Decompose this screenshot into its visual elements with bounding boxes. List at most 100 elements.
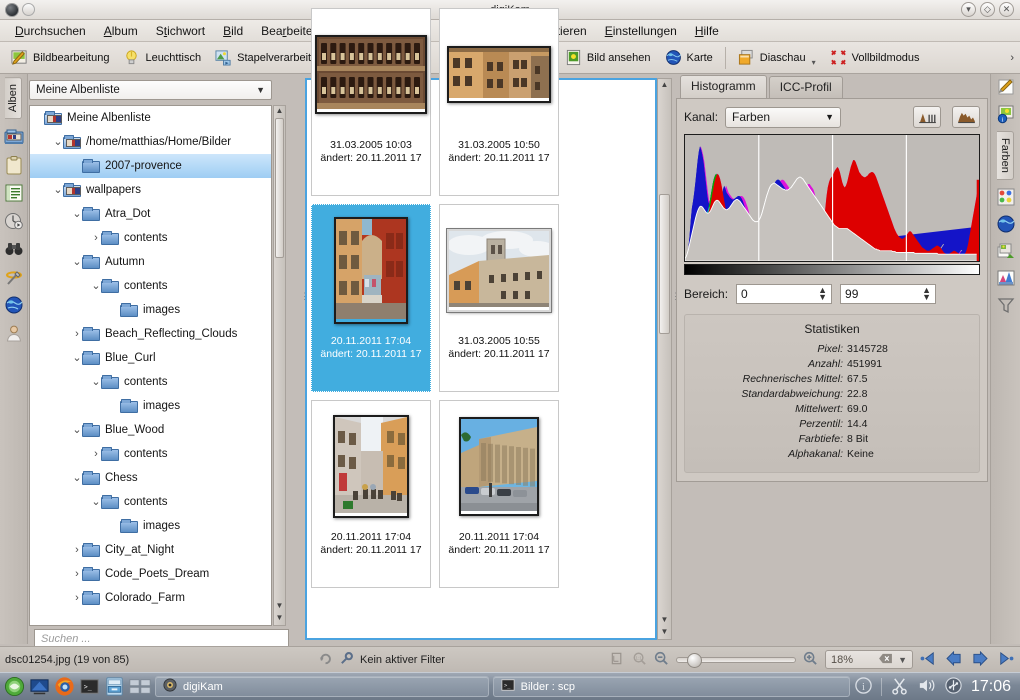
zoom-level-combo[interactable]: 18% ▼	[825, 650, 913, 669]
file-manager-icon[interactable]	[104, 676, 125, 698]
close-window-button[interactable]: ✕	[999, 2, 1014, 17]
info-icon[interactable]: i	[854, 676, 873, 698]
versions-icon[interactable]	[996, 241, 1016, 261]
logarithmic-scale-icon[interactable]	[952, 106, 980, 128]
wrench-icon[interactable]	[339, 651, 354, 669]
taskbar-item-digikam[interactable]: digiKam	[155, 676, 489, 697]
album-list-combo[interactable]: Meine Albenliste ▼	[29, 80, 272, 100]
album-tree-item[interactable]: ⌄ wallpapers	[30, 178, 271, 202]
timeline-icon[interactable]	[4, 211, 24, 231]
album-tree-item[interactable]: › contents	[30, 442, 271, 466]
chevron-down-icon[interactable]: ⌄	[72, 209, 82, 220]
filters-icon[interactable]	[996, 268, 1016, 288]
album-tree-item[interactable]: ⌄ Autumn	[30, 250, 271, 274]
toolbar-button-diaschau[interactable]: Diaschau ▾	[731, 45, 823, 71]
thumbnail-scroll-thumb[interactable]	[659, 194, 670, 334]
clipboard-icon[interactable]	[4, 155, 24, 175]
menu-bild[interactable]: Bild	[214, 21, 252, 41]
album-tree-item[interactable]: Meine Albenliste	[30, 106, 271, 130]
album-tree-item[interactable]: › Code_Poets_Dream	[30, 562, 271, 586]
scissors-icon[interactable]	[890, 676, 909, 698]
pager-icon[interactable]	[129, 676, 151, 698]
spinner-arrows-icon[interactable]: ▲ ▼	[818, 286, 827, 302]
menu-stichwort[interactable]: Stichwort	[147, 21, 214, 41]
toolbar-button-bildbearbeitung[interactable]: Bildbearbeitung	[4, 45, 116, 71]
funnel-icon[interactable]	[996, 295, 1016, 315]
album-tree[interactable]: Meine Albenliste ⌄ /home/matthias/Home/Bil…	[29, 105, 272, 626]
thumbnail-view[interactable]: 31.03.2005 10:03 ändert: 20.11.2011 17 31.…	[305, 8, 657, 640]
thumbnail-item[interactable]: 31.03.2005 10:55 ändert: 20.11.2011 17	[439, 204, 559, 392]
taskbar-item-bilder-scp[interactable]: >_ Bilder : scp	[492, 676, 850, 697]
album-tree-item[interactable]: ⌄ contents	[30, 274, 271, 298]
zoom-slider-thumb[interactable]	[687, 652, 702, 668]
toolbar-button-vollbildmodus[interactable]: Vollbildmodus	[823, 45, 927, 71]
chevron-down-icon[interactable]: ⌄	[72, 425, 82, 436]
linear-scale-icon[interactable]	[913, 106, 941, 128]
chevron-right-icon[interactable]: ›	[72, 544, 82, 556]
chevron-right-icon[interactable]: ›	[72, 328, 82, 340]
album-tree-item[interactable]: › Beach_Reflecting_Clouds	[30, 322, 271, 346]
previous-image-icon[interactable]	[945, 650, 964, 669]
start-menu-icon[interactable]	[4, 676, 25, 698]
people-icon[interactable]	[4, 323, 24, 343]
next-image-icon[interactable]	[970, 650, 989, 669]
album-tree-item[interactable]: › Colorado_Farm	[30, 586, 271, 610]
album-tree-item[interactable]: ⌄ contents	[30, 370, 271, 394]
chevron-right-icon[interactable]: ›	[72, 592, 82, 604]
zoom-out-icon[interactable]	[654, 651, 669, 669]
album-tree-item[interactable]: › contents	[30, 226, 271, 250]
chevron-down-icon[interactable]: ▼	[898, 655, 907, 665]
toolbar-overflow-button[interactable]: ›	[1010, 52, 1020, 64]
albums-icon[interactable]	[4, 127, 24, 147]
chevron-down-icon[interactable]: ⌄	[72, 353, 82, 364]
last-image-icon[interactable]	[995, 651, 1014, 669]
search-binoculars-icon[interactable]	[4, 239, 24, 259]
album-tree-scrollbar[interactable]: ▲ ▼ ▼	[273, 105, 286, 626]
firefox-icon[interactable]	[54, 676, 75, 698]
chevron-down-icon[interactable]: ⌄	[53, 137, 63, 148]
thumb-scroll-up-icon[interactable]: ▲	[658, 80, 671, 91]
menu-album[interactable]: Album	[95, 21, 147, 41]
chevron-right-icon[interactable]: ›	[91, 232, 101, 244]
thumbnail-scrollbar[interactable]: ▲ ▼ ▼	[657, 78, 672, 640]
range-max-spinbox[interactable]: 99 ▲ ▼	[840, 284, 937, 304]
sidebar-tab-farben[interactable]: Farben	[997, 131, 1014, 180]
album-tree-item[interactable]: › City_at_Night	[30, 538, 271, 562]
chevron-right-icon[interactable]: ›	[91, 448, 101, 460]
thumb-scroll-down-icon-2[interactable]: ▼	[658, 627, 671, 638]
toolbar-button-karte[interactable]: Karte	[658, 45, 720, 71]
captions-icon[interactable]	[4, 183, 24, 203]
terminal-icon[interactable]: >_	[79, 676, 100, 698]
album-tree-item[interactable]: ⌄ Chess	[30, 466, 271, 490]
album-tree-scroll-thumb[interactable]	[275, 118, 284, 258]
zoom-in-icon[interactable]	[803, 651, 818, 669]
range-min-spinbox[interactable]: 0 ▲ ▼	[736, 284, 833, 304]
show-desktop-icon[interactable]	[29, 676, 50, 698]
properties-info-icon[interactable]: i	[996, 104, 1016, 124]
spinner-arrows-icon[interactable]: ▲ ▼	[922, 286, 931, 302]
channel-select[interactable]: Farben ▼	[725, 106, 842, 128]
first-image-icon[interactable]	[920, 651, 939, 669]
thumbnail-item[interactable]: 31.03.2005 10:50 ändert: 20.11.2011 17	[439, 8, 559, 196]
album-tree-item[interactable]: images	[30, 514, 271, 538]
menu-hilfe[interactable]: Hilfe	[686, 21, 728, 41]
fit-window-icon[interactable]	[610, 651, 625, 669]
thumbnail-item[interactable]: 20.11.2011 17:04 ändert: 20.11.2011 17	[311, 204, 431, 392]
chevron-down-icon[interactable]: ⌄	[91, 281, 101, 292]
scroll-down-arrow-icon-2[interactable]: ▼	[274, 613, 285, 624]
clear-icon[interactable]	[878, 653, 893, 667]
zoom-100-icon[interactable]: 1:1	[632, 651, 647, 669]
fuzzy-search-icon[interactable]	[4, 267, 24, 287]
album-tree-item[interactable]: images	[30, 298, 271, 322]
chevron-down-icon[interactable]: ▾	[812, 58, 816, 67]
thumbnail-item[interactable]: 20.11.2011 17:04 ändert: 20.11.2011 17	[439, 400, 559, 588]
usb-icon[interactable]	[944, 676, 963, 698]
chevron-down-icon[interactable]: ⌄	[91, 497, 101, 508]
zoom-slider[interactable]	[676, 652, 796, 668]
scroll-up-arrow-icon[interactable]: ▲	[274, 106, 285, 117]
thumbnail-item[interactable]: 20.11.2011 17:04 ändert: 20.11.2011 17	[311, 400, 431, 588]
shade-window-button[interactable]: ▾	[961, 2, 976, 17]
album-tree-item[interactable]: 2007-provence	[30, 154, 271, 178]
chevron-down-icon[interactable]: ⌄	[53, 185, 63, 196]
rotate-icon[interactable]	[318, 651, 333, 669]
